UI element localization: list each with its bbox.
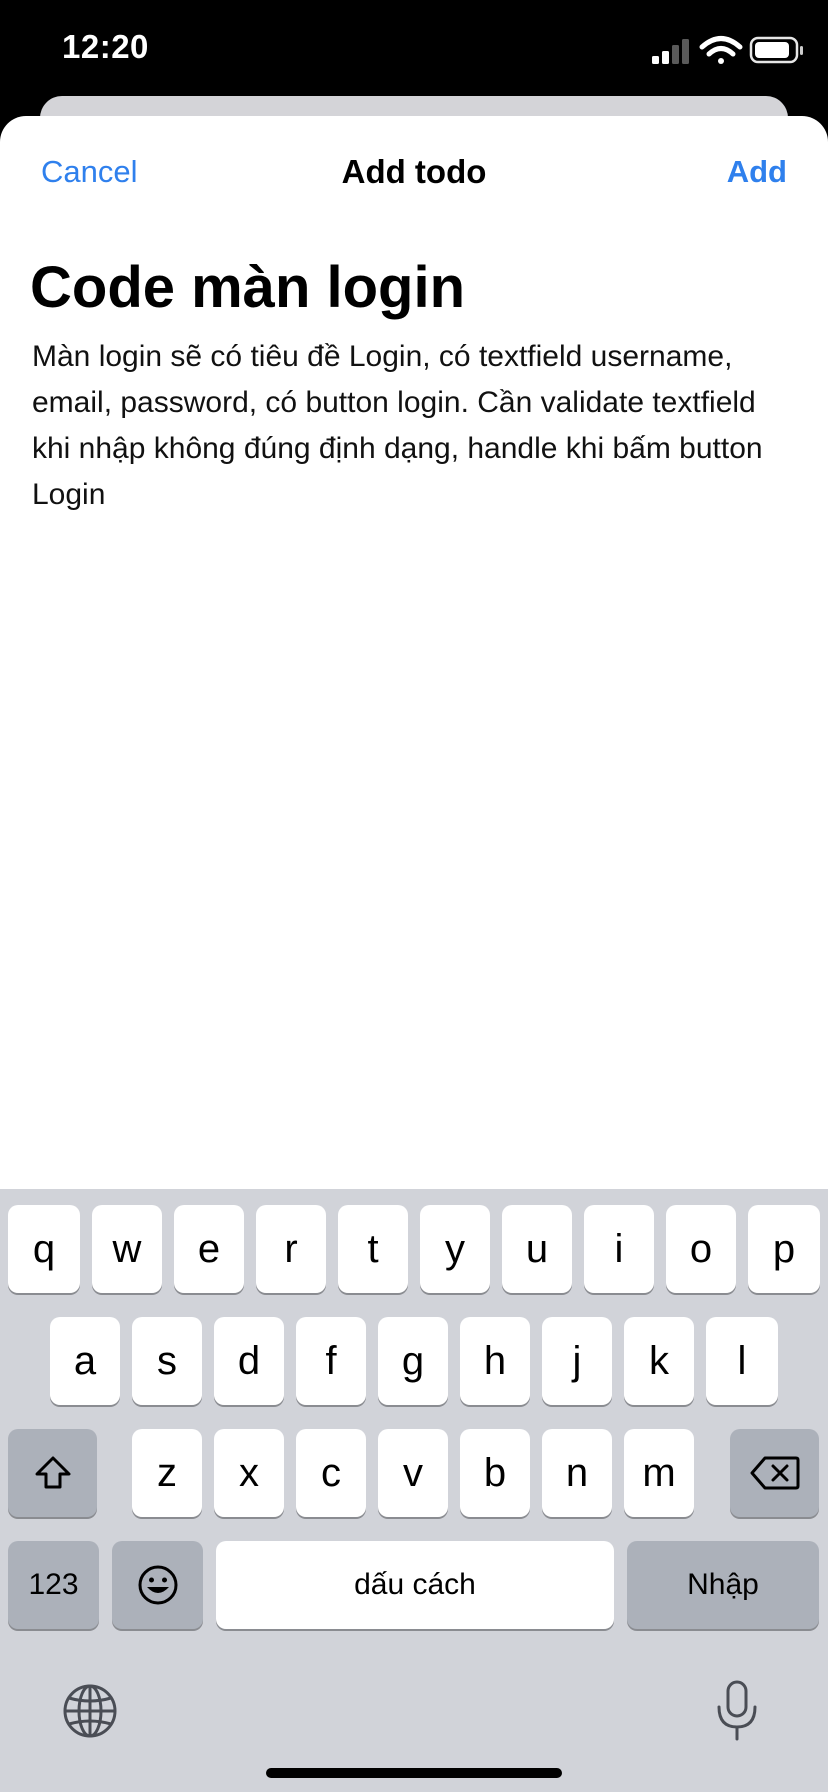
delete-icon xyxy=(750,1456,799,1490)
key-z[interactable]: z xyxy=(132,1429,202,1517)
key-u[interactable]: u xyxy=(502,1205,572,1293)
space-key[interactable]: dấu cách xyxy=(216,1541,614,1629)
key-a[interactable]: a xyxy=(50,1317,120,1405)
key-f[interactable]: f xyxy=(296,1317,366,1405)
delete-key[interactable] xyxy=(730,1429,819,1517)
key-r[interactable]: r xyxy=(256,1205,326,1293)
key-c[interactable]: c xyxy=(296,1429,366,1517)
microphone-icon[interactable] xyxy=(714,1679,760,1743)
key-e[interactable]: e xyxy=(174,1205,244,1293)
key-g[interactable]: g xyxy=(378,1317,448,1405)
key-p[interactable]: p xyxy=(748,1205,820,1293)
status-bar: 12:20 xyxy=(0,0,828,100)
emoji-key[interactable] xyxy=(112,1541,203,1629)
key-l[interactable]: l xyxy=(706,1317,778,1405)
key-y[interactable]: y xyxy=(420,1205,490,1293)
signal-icon xyxy=(652,39,689,64)
globe-icon[interactable] xyxy=(62,1683,118,1739)
key-m[interactable]: m xyxy=(624,1429,694,1517)
shift-key[interactable] xyxy=(8,1429,97,1517)
key-n[interactable]: n xyxy=(542,1429,612,1517)
key-x[interactable]: x xyxy=(214,1429,284,1517)
wifi-icon xyxy=(699,36,743,64)
todo-title-field[interactable]: Code màn login xyxy=(30,254,790,321)
key-b[interactable]: b xyxy=(460,1429,530,1517)
key-o[interactable]: o xyxy=(666,1205,736,1293)
todo-description-field[interactable]: Màn login sẽ có tiêu đề Login, có textfi… xyxy=(32,334,802,518)
key-d[interactable]: d xyxy=(214,1317,284,1405)
emoji-icon xyxy=(138,1565,177,1605)
key-k[interactable]: k xyxy=(624,1317,694,1405)
navigation-bar: Cancel Add todo Add xyxy=(0,116,828,226)
key-s[interactable]: s xyxy=(132,1317,202,1405)
return-key[interactable]: Nhập xyxy=(627,1541,819,1629)
shift-icon xyxy=(35,1456,70,1489)
key-v[interactable]: v xyxy=(378,1429,448,1517)
page-title: Add todo xyxy=(341,153,487,190)
key-i[interactable]: i xyxy=(584,1205,654,1293)
add-button[interactable]: Add xyxy=(727,154,787,190)
status-time: 12:20 xyxy=(62,28,149,65)
key-w[interactable]: w xyxy=(92,1205,162,1293)
key-j[interactable]: j xyxy=(542,1317,612,1405)
numbers-key[interactable]: 123 xyxy=(8,1541,99,1629)
status-icons xyxy=(652,36,803,64)
home-indicator xyxy=(266,1768,562,1778)
keyboard: q w e r t y u i o p a s d f g h j k l z … xyxy=(0,1189,828,1792)
key-h[interactable]: h xyxy=(460,1317,530,1405)
key-t[interactable]: t xyxy=(338,1205,408,1293)
key-q[interactable]: q xyxy=(8,1205,80,1293)
battery-icon xyxy=(749,36,803,64)
